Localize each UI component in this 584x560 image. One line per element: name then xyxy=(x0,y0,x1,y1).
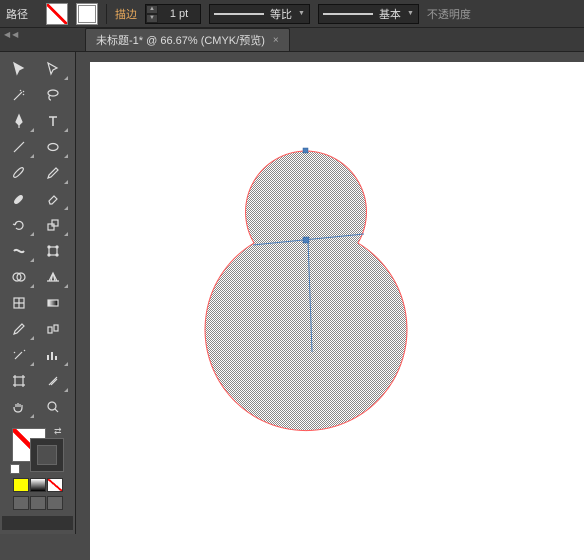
chevron-down-icon: ▼ xyxy=(298,10,305,17)
swap-fill-stroke-icon[interactable]: ⇄ xyxy=(54,426,62,437)
hand-tool[interactable] xyxy=(2,394,36,420)
stroke-color-icon[interactable] xyxy=(30,438,64,472)
profile-combo[interactable]: 等比 ▼ xyxy=(209,4,310,24)
tools-panel: ⇄ xyxy=(0,52,76,534)
default-fill-stroke-icon[interactable] xyxy=(10,464,20,474)
profile-preview-icon xyxy=(214,13,264,15)
brush-combo[interactable]: 基本 ▼ xyxy=(318,4,419,24)
profile-label: 等比 xyxy=(270,6,292,22)
eyedropper-tool[interactable] xyxy=(2,316,36,342)
pen-tool[interactable] xyxy=(2,108,36,134)
stroke-weight-stepper[interactable]: ▲▼ xyxy=(145,4,201,24)
stroke-swatch[interactable] xyxy=(76,3,98,25)
brush-label: 基本 xyxy=(379,6,401,22)
document-tab-bar: 未标题-1* @ 66.67% (CMYK/预览) × xyxy=(0,28,584,52)
zoom-tool[interactable] xyxy=(36,394,70,420)
chevron-down-icon: ▼ xyxy=(407,10,414,17)
brush-preview-icon xyxy=(323,13,373,15)
close-icon[interactable]: × xyxy=(273,35,279,46)
rectangle-tool[interactable] xyxy=(36,134,70,160)
artboard-tool[interactable] xyxy=(2,368,36,394)
draw-normal-button[interactable] xyxy=(13,496,29,510)
chevron-down-icon[interactable]: ▼ xyxy=(146,14,158,23)
rotate-tool[interactable] xyxy=(2,212,36,238)
pencil-tool[interactable] xyxy=(36,160,70,186)
slice-tool[interactable] xyxy=(36,368,70,394)
paintbrush-tool[interactable] xyxy=(2,160,36,186)
gradient-mode-button[interactable] xyxy=(30,478,46,492)
scale-tool[interactable] xyxy=(36,212,70,238)
panel-collapse-icon[interactable]: ◀◀ xyxy=(4,30,20,39)
screen-modes xyxy=(2,496,73,510)
perspective-grid-tool[interactable] xyxy=(36,264,70,290)
document-tab[interactable]: 未标题-1* @ 66.67% (CMYK/预览) × xyxy=(85,28,290,51)
lasso-tool[interactable] xyxy=(36,82,70,108)
artboard[interactable] xyxy=(90,62,584,560)
shape-builder-tool[interactable] xyxy=(2,264,36,290)
mesh-tool[interactable] xyxy=(2,290,36,316)
fill-stroke-control[interactable]: ⇄ xyxy=(10,426,66,474)
opacity-label[interactable]: 不透明度 xyxy=(427,6,471,22)
screen-mode-button[interactable] xyxy=(2,516,73,530)
stroke-weight-input[interactable] xyxy=(158,5,200,23)
divider xyxy=(106,4,107,24)
control-bar: 路径 描边 ▲▼ 等比 ▼ 基本 ▼ 不透明度 xyxy=(0,0,584,28)
eraser-tool[interactable] xyxy=(36,186,70,212)
free-transform-tool[interactable] xyxy=(36,238,70,264)
color-mode-button[interactable] xyxy=(13,478,29,492)
draw-behind-button[interactable] xyxy=(30,496,46,510)
magic-wand-tool[interactable] xyxy=(2,82,36,108)
none-mode-button[interactable] xyxy=(47,478,63,492)
symbol-sprayer-tool[interactable] xyxy=(2,342,36,368)
type-tool[interactable] xyxy=(36,108,70,134)
gradient-tool[interactable] xyxy=(36,290,70,316)
chevron-up-icon[interactable]: ▲ xyxy=(146,5,158,14)
selection-tool[interactable] xyxy=(2,56,36,82)
stroke-label[interactable]: 描边 xyxy=(115,6,137,22)
draw-inside-button[interactable] xyxy=(47,496,63,510)
selection-type-label: 路径 xyxy=(6,6,28,22)
column-graph-tool[interactable] xyxy=(36,342,70,368)
line-segment-tool[interactable] xyxy=(2,134,36,160)
direct-selection-tool[interactable] xyxy=(36,56,70,82)
blend-tool[interactable] xyxy=(36,316,70,342)
fill-swatch[interactable] xyxy=(46,3,68,25)
color-modes xyxy=(2,478,73,492)
blob-brush-tool[interactable] xyxy=(2,186,36,212)
document-tab-title: 未标题-1* @ 66.67% (CMYK/预览) xyxy=(96,32,265,48)
width-tool[interactable] xyxy=(2,238,36,264)
stepper-arrows[interactable]: ▲▼ xyxy=(146,5,158,23)
path-shape[interactable] xyxy=(90,62,584,560)
